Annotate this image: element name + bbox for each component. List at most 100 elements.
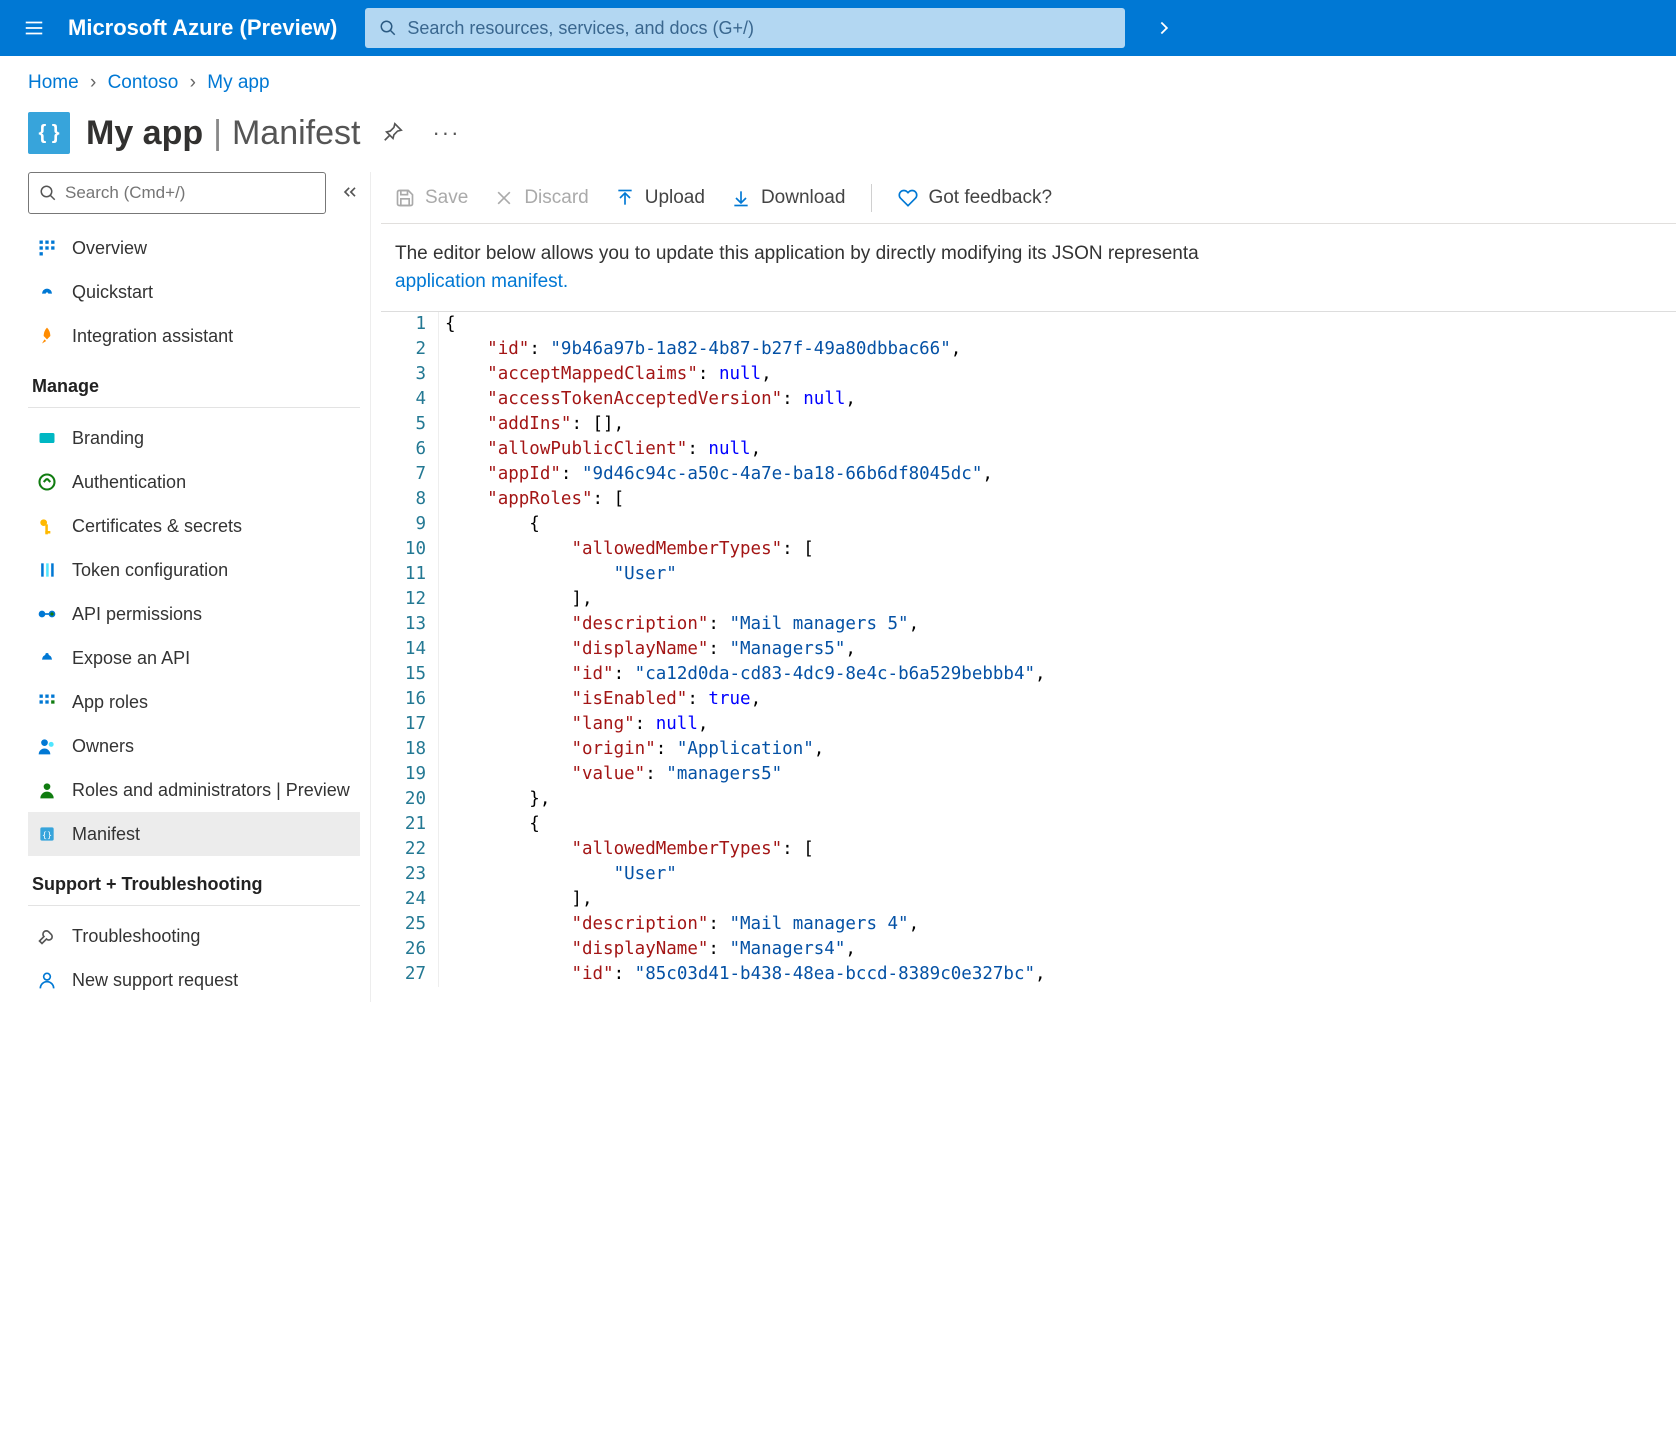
topbar: Microsoft Azure (Preview): [0, 0, 1676, 56]
sidebar-item-api-perm[interactable]: API permissions: [28, 592, 360, 636]
sidebar-item-rocket[interactable]: Integration assistant: [28, 314, 360, 358]
toolbar: Save Discard Upload Download Got feedbac…: [381, 172, 1676, 224]
page-title-separator: |: [213, 114, 222, 153]
expose-icon: [36, 647, 58, 669]
manifest-doc-link[interactable]: application manifest.: [395, 271, 568, 292]
sidebar-item-overview[interactable]: Overview: [28, 226, 360, 270]
sidebar-item-support[interactable]: New support request: [28, 958, 360, 1002]
toolbar-separator: [871, 184, 872, 212]
key-icon: [36, 515, 58, 537]
collapse-sidebar-button[interactable]: [340, 182, 360, 205]
sidebar-item-owners[interactable]: Owners: [28, 724, 360, 768]
discard-label: Discard: [524, 187, 588, 209]
sidebar: OverviewQuickstartIntegration assistant …: [0, 172, 370, 1002]
breadcrumb-sep: ›: [184, 72, 202, 93]
sidebar-item-label: Troubleshooting: [72, 926, 200, 947]
json-editor[interactable]: 1234567891011121314151617181920212223242…: [381, 311, 1676, 987]
overview-icon: [36, 237, 58, 259]
sidebar-item-label: Integration assistant: [72, 326, 233, 347]
sidebar-item-label: Overview: [72, 238, 147, 259]
download-icon: [731, 188, 751, 208]
support-icon: [36, 969, 58, 991]
sidebar-search[interactable]: [28, 172, 326, 214]
editor-code[interactable]: { "id": "9b46a97b-1a82-4b87-b27f-49a80db…: [439, 312, 1676, 987]
editor-description: The editor below allows you to update th…: [381, 224, 1676, 311]
search-icon: [39, 184, 57, 202]
main-content: Save Discard Upload Download Got feedbac…: [370, 172, 1676, 1002]
sidebar-item-label: Owners: [72, 736, 134, 757]
save-icon: [395, 188, 415, 208]
breadcrumb-myapp[interactable]: My app: [207, 72, 269, 93]
sidebar-item-label: Token configuration: [72, 560, 228, 581]
sidebar-item-label: Certificates & secrets: [72, 516, 242, 537]
download-label: Download: [761, 187, 846, 209]
breadcrumb-sep: ›: [84, 72, 102, 93]
sidebar-item-quickstart[interactable]: Quickstart: [28, 270, 360, 314]
svg-text:{}: {}: [42, 829, 52, 839]
sidebar-search-input[interactable]: [57, 183, 315, 203]
breadcrumb-home[interactable]: Home: [28, 72, 79, 93]
more-button[interactable]: ···: [426, 114, 466, 152]
quickstart-icon: [36, 281, 58, 303]
hamburger-icon: [23, 17, 45, 39]
editor-gutter: 1234567891011121314151617181920212223242…: [381, 312, 439, 987]
global-search[interactable]: [365, 8, 1125, 48]
sidebar-item-label: Manifest: [72, 824, 140, 845]
sidebar-item-expose[interactable]: Expose an API: [28, 636, 360, 680]
pin-button[interactable]: [376, 115, 410, 152]
download-button[interactable]: Download: [731, 187, 846, 209]
breadcrumb-contoso[interactable]: Contoso: [108, 72, 179, 93]
rocket-icon: [36, 325, 58, 347]
sidebar-item-label: Authentication: [72, 472, 186, 493]
sidebar-item-key[interactable]: Certificates & secrets: [28, 504, 360, 548]
global-search-input[interactable]: [397, 18, 1111, 39]
sidebar-item-auth[interactable]: Authentication: [28, 460, 360, 504]
sidebar-item-label: New support request: [72, 970, 238, 991]
brand-label[interactable]: Microsoft Azure (Preview): [68, 15, 365, 41]
chevron-double-left-icon: [340, 182, 360, 202]
sidebar-item-label: API permissions: [72, 604, 202, 625]
api-perm-icon: [36, 603, 58, 625]
roles-icon: [36, 779, 58, 801]
sidebar-item-label: Expose an API: [72, 648, 190, 669]
ellipsis-icon: ···: [432, 120, 460, 145]
pin-icon: [382, 121, 404, 143]
breadcrumb: Home › Contoso › My app: [0, 56, 1676, 102]
upload-icon: [615, 188, 635, 208]
section-manage: Manage: [28, 358, 360, 408]
sidebar-item-label: Branding: [72, 428, 144, 449]
token-icon: [36, 559, 58, 581]
save-label: Save: [425, 187, 468, 209]
manifest-icon: {}: [36, 823, 58, 845]
heart-icon: [898, 188, 918, 208]
sidebar-item-roles[interactable]: Roles and administrators | Preview: [28, 768, 360, 812]
wrench-icon: [36, 925, 58, 947]
page-subtitle: Manifest: [232, 114, 361, 153]
owners-icon: [36, 735, 58, 757]
upload-button[interactable]: Upload: [615, 187, 705, 209]
approles-icon: [36, 691, 58, 713]
auth-icon: [36, 471, 58, 493]
sidebar-item-label: App roles: [72, 692, 148, 713]
page-title: My app: [86, 114, 203, 153]
sidebar-item-label: Quickstart: [72, 282, 153, 303]
chevron-right-box-icon: [1154, 17, 1176, 39]
sidebar-item-approles[interactable]: App roles: [28, 680, 360, 724]
manifest-icon: { }: [28, 112, 70, 154]
sidebar-item-label: Roles and administrators | Preview: [72, 780, 350, 801]
discard-button[interactable]: Discard: [494, 187, 588, 209]
sidebar-item-wrench[interactable]: Troubleshooting: [28, 914, 360, 958]
section-support: Support + Troubleshooting: [28, 856, 360, 906]
discard-icon: [494, 188, 514, 208]
save-button[interactable]: Save: [395, 187, 468, 209]
branding-icon: [36, 427, 58, 449]
sidebar-item-manifest[interactable]: {} Manifest: [28, 812, 360, 856]
cloud-shell-button[interactable]: [1139, 0, 1191, 56]
sidebar-item-branding[interactable]: Branding: [28, 416, 360, 460]
hamburger-menu-button[interactable]: [0, 0, 68, 56]
description-text: The editor below allows you to update th…: [395, 243, 1199, 264]
sidebar-item-token[interactable]: Token configuration: [28, 548, 360, 592]
search-icon: [379, 19, 397, 37]
feedback-button[interactable]: Got feedback?: [898, 187, 1052, 209]
feedback-label: Got feedback?: [928, 187, 1052, 209]
